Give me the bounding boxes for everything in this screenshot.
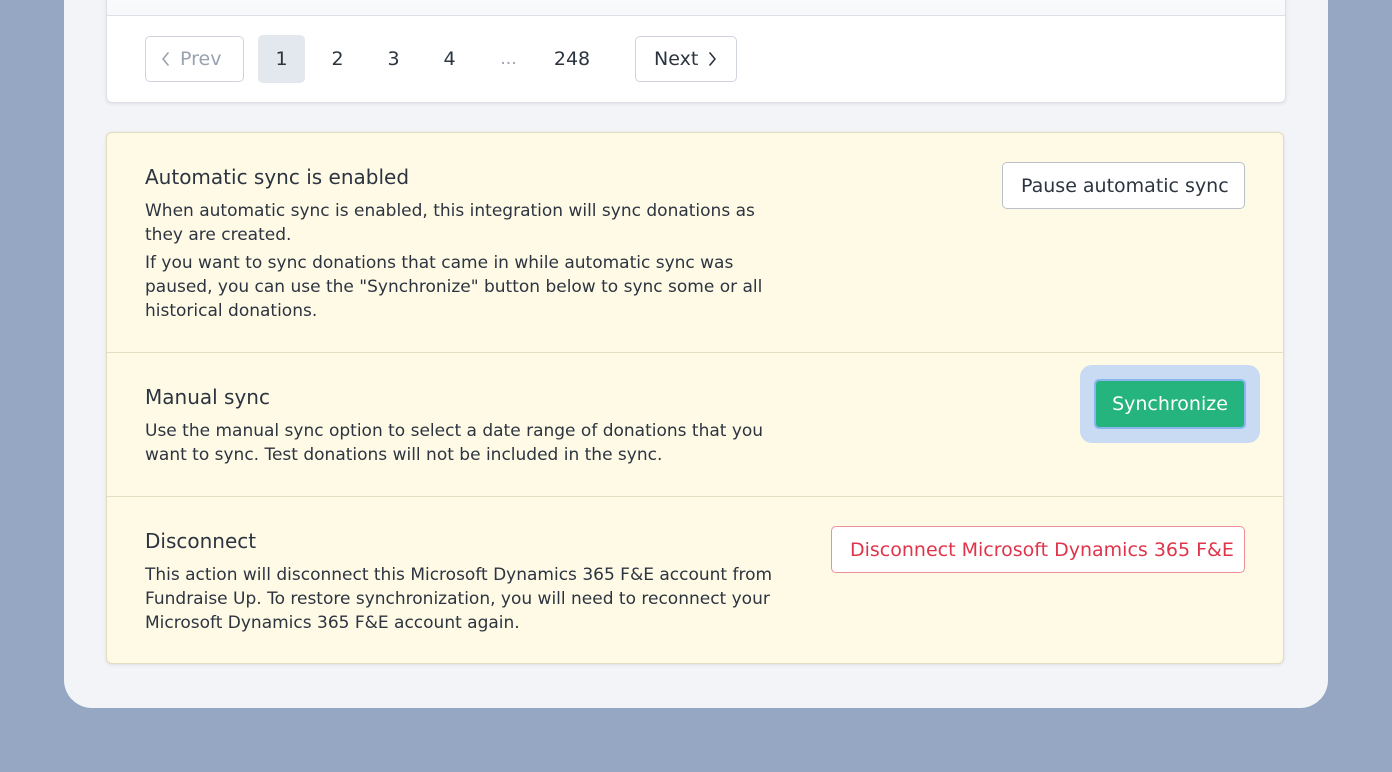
automatic-sync-help: If you want to sync donations that came … [145,253,763,321]
table-bottom-row [107,0,1285,16]
automatic-sync-section: Automatic sync is enabled When automatic… [107,133,1283,353]
chevron-left-icon [161,52,170,66]
disconnect-description: This action will disconnect this Microso… [145,565,773,633]
manual-sync-description: Use the manual sync option to select a d… [145,421,764,465]
sync-settings-card: Automatic sync is enabled When automatic… [106,132,1284,664]
prev-page-button[interactable]: Prev [145,36,244,82]
manual-sync-title: Manual sync [145,385,270,409]
page-number[interactable]: 2 [314,35,361,83]
disconnect-title: Disconnect [145,529,257,553]
disconnect-section: Disconnect This action will disconnect t… [107,497,1283,665]
disconnect-button[interactable]: Disconnect Microsoft Dynamics 365 F&E [831,526,1245,573]
pause-automatic-sync-button[interactable]: Pause automatic sync [1002,162,1245,209]
pagination: Prev 1 2 3 4 ... 248 Next [145,35,737,83]
page-number[interactable]: 4 [426,35,473,83]
donations-table-card: Prev 1 2 3 4 ... 248 Next [106,0,1286,103]
next-page-label: Next [654,48,699,70]
main-panel: Prev 1 2 3 4 ... 248 Next Automatic sync… [64,0,1328,708]
automatic-sync-title: Automatic sync is enabled [145,165,410,189]
synchronize-focus-ring: Synchronize [1080,365,1260,443]
prev-page-label: Prev [180,48,222,70]
synchronize-button[interactable]: Synchronize [1094,379,1246,429]
page-number-last[interactable]: 248 [544,35,600,83]
chevron-right-icon [708,52,717,66]
page-number-current[interactable]: 1 [258,35,305,83]
manual-sync-section: Manual sync Use the manual sync option t… [107,353,1283,497]
next-page-button[interactable]: Next [635,36,737,82]
page-number[interactable]: 3 [370,35,417,83]
pagination-ellipsis: ... [500,49,517,69]
automatic-sync-description: When automatic sync is enabled, this int… [145,201,755,245]
